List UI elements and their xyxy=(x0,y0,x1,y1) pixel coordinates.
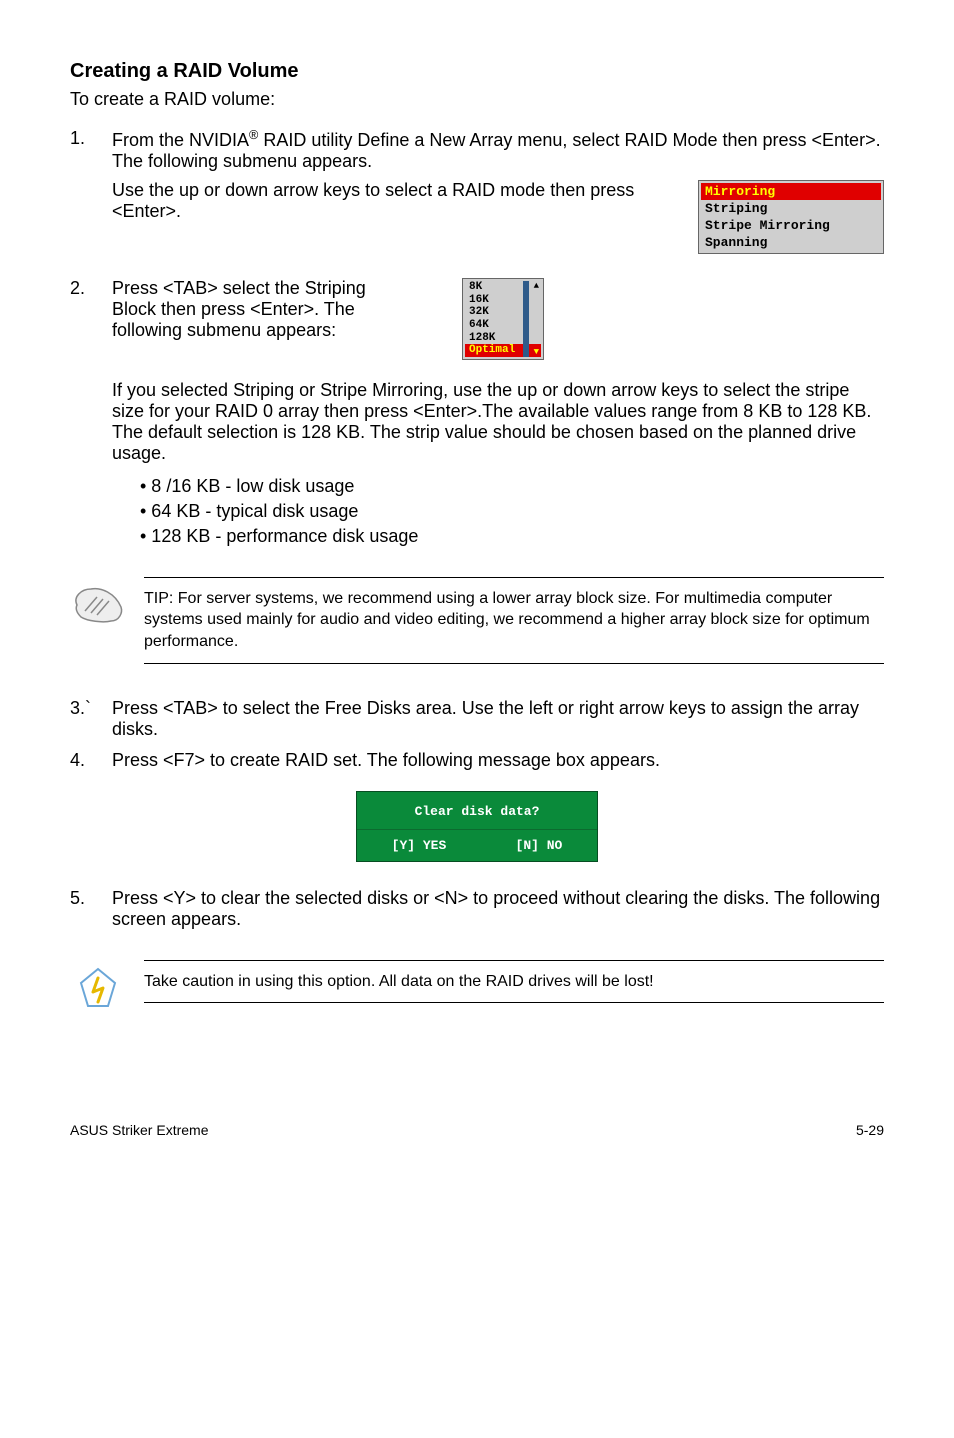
dialog-wrapper: Clear disk data? [Y] YES [N] NO xyxy=(70,791,884,862)
tip-note: TIP: For server systems, we recommend us… xyxy=(70,567,884,674)
page-content: Creating a RAID Volume To create a RAID … xyxy=(0,0,954,1178)
step-2-paragraph: If you selected Striping or Stripe Mirro… xyxy=(112,380,884,464)
tip-border-box: TIP: For server systems, we recommend us… xyxy=(144,577,884,664)
bullet-2: • 64 KB - typical disk usage xyxy=(140,501,884,522)
intro-text: To create a RAID volume: xyxy=(70,89,884,110)
stripe-32k: 32K xyxy=(465,306,541,319)
step-1: 1. From the NVIDIA® RAID utility Define … xyxy=(70,128,884,254)
dialog-no: [N] NO xyxy=(516,838,563,853)
step-2: 2. Press <TAB> select the Striping Block… xyxy=(70,278,884,360)
raid-menu-stripe-mirroring: Stripe Mirroring xyxy=(701,217,881,234)
step-3-text: Press <TAB> to select the Free Disks are… xyxy=(112,698,884,740)
caution-border-box: Take caution in using this option. All d… xyxy=(144,960,884,1004)
page-footer: ASUS Striker Extreme 5-29 xyxy=(70,1072,884,1138)
step-1-text-a: From the NVIDIA xyxy=(112,130,249,150)
stripe-128k: 128K xyxy=(465,332,541,345)
dialog-buttons: [Y] YES [N] NO xyxy=(357,830,597,861)
step-3-number: 3.` xyxy=(70,698,112,740)
raid-menu-mirroring: Mirroring xyxy=(701,183,881,200)
stripe-64k: 64K xyxy=(465,319,541,332)
step-2-body: Press <TAB> select the Striping Block th… xyxy=(112,278,884,360)
step-4-text: Press <F7> to create RAID set. The follo… xyxy=(112,750,884,771)
step-5-text: Press <Y> to clear the selected disks or… xyxy=(112,888,884,930)
step-1-body: From the NVIDIA® RAID utility Define a N… xyxy=(112,128,884,254)
stripe-block-submenu: ▲ 8K 16K 32K 64K 128K Optimal ▼ xyxy=(462,278,544,360)
step-2-number: 2. xyxy=(70,278,112,360)
stripe-16k: 16K xyxy=(465,294,541,307)
step-5-number: 5. xyxy=(70,888,112,930)
clear-disk-dialog: Clear disk data? [Y] YES [N] NO xyxy=(356,791,598,862)
bullet-3: • 128 KB - performance disk usage xyxy=(140,526,884,547)
bullet-list: • 8 /16 KB - low disk usage • 64 KB - ty… xyxy=(140,476,884,547)
raid-menu-spanning: Spanning xyxy=(701,234,881,251)
bullet-1: • 8 /16 KB - low disk usage xyxy=(140,476,884,497)
caution-note: Take caution in using this option. All d… xyxy=(70,950,884,1022)
step-3: 3.` Press <TAB> to select the Free Disks… xyxy=(70,698,884,740)
footer-right: 5-29 xyxy=(856,1122,884,1138)
caution-text: Take caution in using this option. All d… xyxy=(144,971,884,993)
step-2-text: Press <TAB> select the Striping Block th… xyxy=(112,278,412,360)
footer-left: ASUS Striker Extreme xyxy=(70,1122,208,1138)
dialog-title: Clear disk data? xyxy=(357,792,597,830)
step-1-number: 1. xyxy=(70,128,112,254)
scrollbar-track xyxy=(523,281,529,357)
step-4-number: 4. xyxy=(70,750,112,771)
step-1-text: From the NVIDIA® RAID utility Define a N… xyxy=(112,128,884,172)
tip-text: TIP: For server systems, we recommend us… xyxy=(144,588,884,653)
step-1-text-c: Use the up or down arrow keys to select … xyxy=(112,180,678,254)
hand-icon xyxy=(70,577,126,625)
registered-symbol: ® xyxy=(249,128,258,142)
scroll-down-icon: ▼ xyxy=(534,347,539,357)
step-5: 5. Press <Y> to clear the selected disks… xyxy=(70,888,884,930)
section-title: Creating a RAID Volume xyxy=(70,60,884,83)
raid-mode-submenu: Mirroring Striping Stripe Mirroring Span… xyxy=(698,180,884,254)
caution-icon xyxy=(70,960,126,1012)
stripe-8k: 8K xyxy=(465,281,541,294)
stripe-optimal: Optimal xyxy=(465,344,541,357)
scroll-up-icon: ▲ xyxy=(534,281,539,291)
raid-menu-striping: Striping xyxy=(701,200,881,217)
dialog-yes: [Y] YES xyxy=(392,838,447,853)
step-4: 4. Press <F7> to create RAID set. The fo… xyxy=(70,750,884,771)
